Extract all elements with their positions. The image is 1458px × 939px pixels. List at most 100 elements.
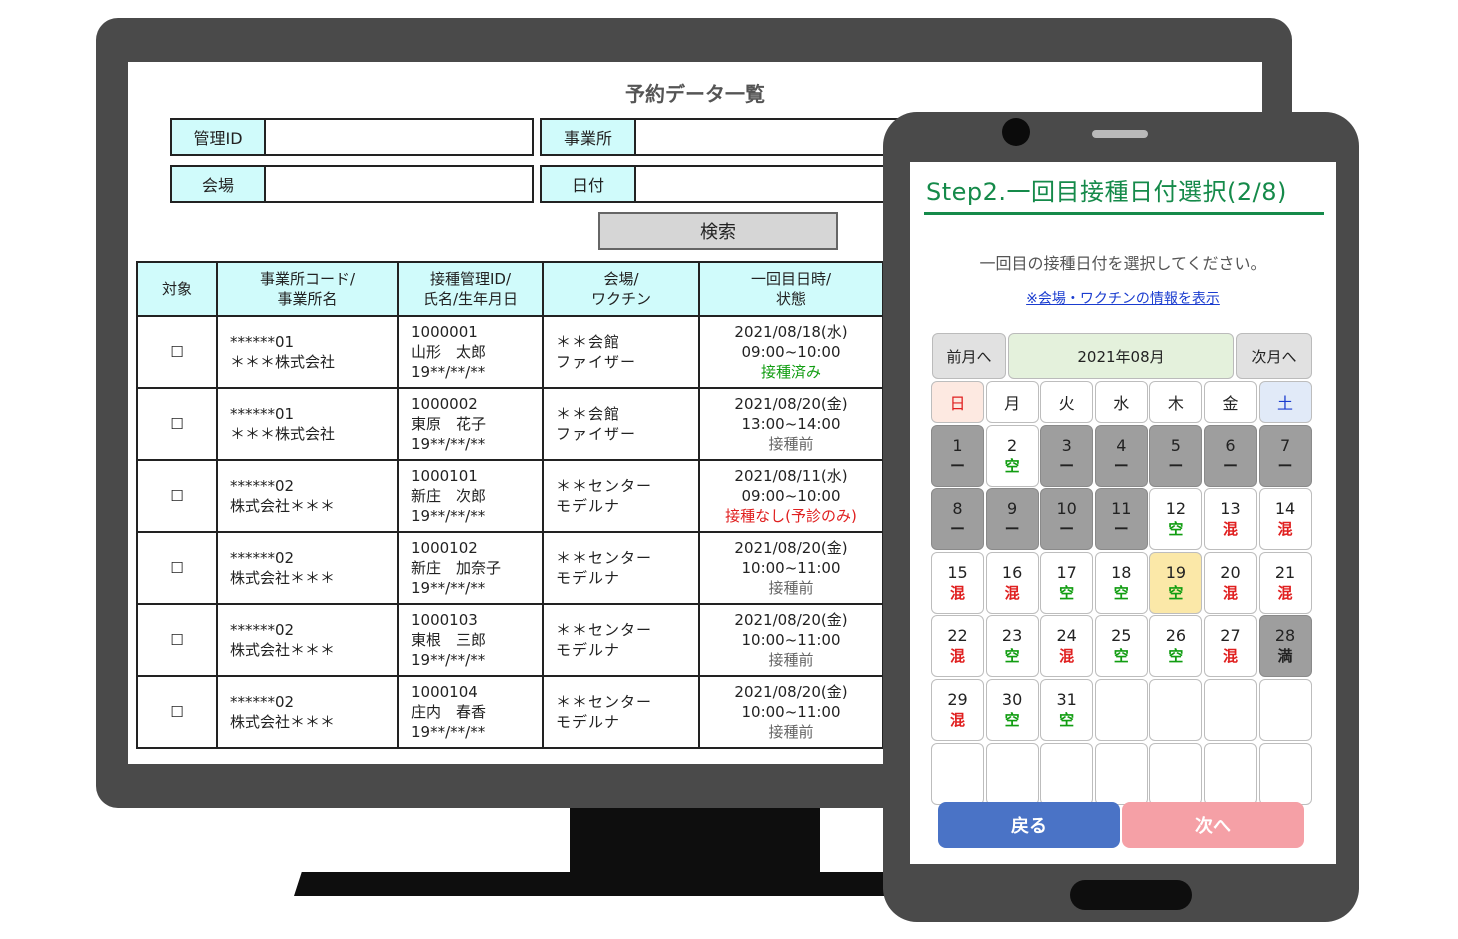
calendar-day: 5ー	[1149, 424, 1203, 487]
patient-id: 1000002	[411, 395, 478, 413]
first-dose-cell: 2021/08/18(水) 09:00~10:00 接種済み	[698, 315, 884, 389]
calendar-day[interactable]: 30 空	[985, 678, 1039, 741]
date-input[interactable]	[636, 167, 902, 201]
first-dose-cell: 2021/08/20(金) 10:00~11:00 接種前	[698, 675, 884, 749]
next-button[interactable]: 次へ	[1122, 802, 1304, 848]
calendar-day[interactable]: 18 空	[1094, 551, 1148, 614]
patient-name: 東原 花子	[411, 415, 487, 433]
dose-date: 2021/08/11(水)	[734, 467, 848, 485]
day-number: 20	[1220, 562, 1241, 582]
weekday-header: 土	[1258, 381, 1312, 423]
office-name: 株式会社＊＊＊	[230, 641, 336, 659]
venue-field: 会場	[170, 165, 534, 203]
calendar-empty-cell	[1203, 742, 1257, 805]
status-badge: 接種前	[768, 651, 814, 669]
patient-cell: 1000102 新庄 加奈子 19**/**/**	[397, 531, 544, 605]
venue-cell: ＊＊センター モデルナ	[542, 459, 700, 533]
row-checkbox[interactable]: ☐	[170, 343, 183, 361]
row-checkbox-cell: ☐	[136, 603, 218, 677]
prev-month-button[interactable]: 前月へ	[932, 333, 1006, 379]
row-checkbox[interactable]: ☐	[170, 487, 183, 505]
first-dose-cell: 2021/08/20(金) 10:00~11:00 接種前	[698, 531, 884, 605]
office-input[interactable]	[636, 120, 902, 154]
calendar-day[interactable]: 31 空	[1040, 678, 1094, 741]
calendar-day[interactable]: 15 混	[931, 551, 984, 614]
dose-time: 09:00~10:00	[741, 487, 841, 505]
calendar-day[interactable]: 21 混	[1258, 551, 1312, 614]
row-checkbox[interactable]: ☐	[170, 703, 183, 721]
calendar-day: 8ー	[931, 488, 984, 551]
calendar-day[interactable]: 12 空	[1149, 488, 1203, 551]
calendar-empty-cell	[1149, 678, 1203, 741]
dose-time: 13:00~14:00	[741, 415, 841, 433]
calendar-day[interactable]: 26 空	[1149, 615, 1203, 678]
calendar-day[interactable]: 22 混	[931, 615, 984, 678]
availability-badge: 混	[949, 647, 965, 666]
home-button[interactable]	[1070, 880, 1192, 910]
availability-badge: 空	[1168, 583, 1184, 602]
calendar-day-selected[interactable]: 19 空	[1149, 551, 1203, 614]
calendar-day[interactable]: 24 混	[1040, 615, 1094, 678]
venue-info-link[interactable]: ※会場・ワクチンの情報を表示	[910, 288, 1336, 308]
calendar-day[interactable]: 23 空	[985, 615, 1039, 678]
calendar-day[interactable]: 25 空	[1094, 615, 1148, 678]
vaccine-name: ファイザー	[556, 425, 637, 443]
search-button[interactable]: 検索	[598, 212, 838, 250]
col-first-dose: 一回目日時/ 状態	[698, 261, 884, 317]
row-checkbox[interactable]: ☐	[170, 415, 183, 433]
next-month-button[interactable]: 次月へ	[1236, 333, 1312, 379]
office-code: ******02	[230, 549, 295, 567]
availability-badge: 空	[1004, 710, 1020, 729]
calendar-day[interactable]: 2空	[985, 424, 1039, 487]
calendar-day[interactable]: 14 混	[1258, 488, 1312, 551]
birth-date: 19**/**/**	[411, 435, 486, 453]
availability-badge: 混	[1059, 647, 1075, 666]
calendar-empty-cell	[1094, 742, 1148, 805]
calendar-empty-cell	[1040, 742, 1094, 805]
table-row: ☐ ******02 株式会社＊＊＊ 1000103 東根 三郎 19**/**/** ＊＊…	[136, 603, 884, 677]
vaccine-name: モデルナ	[556, 713, 621, 731]
day-number: 21	[1274, 562, 1296, 582]
calendar-grid: 日月火水木金土 1 ー 2 空 3 ー 4 ー 5 ー 6 ー 7 ー 8 ー 9 ー 10 ー 11 ー 12 空 13 混 14 混…	[931, 381, 1312, 805]
camera-icon	[1002, 118, 1030, 146]
venue-cell: ＊＊センター モデルナ	[542, 675, 700, 749]
day-number: 30	[1001, 689, 1023, 709]
office-code: ******02	[230, 693, 295, 711]
calendar-day: 28 満	[1258, 615, 1312, 678]
calendar-day[interactable]: 20 混	[1203, 551, 1257, 614]
calendar-day[interactable]: 16 混	[985, 551, 1039, 614]
patient-id: 1000001	[411, 323, 478, 341]
venue-cell: ＊＊会館 ファイザー	[542, 315, 700, 389]
calendar-day[interactable]: 29 混	[931, 678, 984, 741]
office-name: ＊＊＊株式会社	[230, 425, 336, 443]
venue-name: ＊＊センター	[556, 477, 653, 495]
vaccine-name: モデルナ	[556, 641, 621, 659]
calendar-day[interactable]: 13 混	[1203, 488, 1257, 551]
availability-badge: 混	[1277, 520, 1293, 539]
venue-name: ＊＊センター	[556, 693, 653, 711]
office-code: ******02	[230, 477, 295, 495]
back-button[interactable]: 戻る	[938, 802, 1120, 848]
calendar-day[interactable]: 27 混	[1203, 615, 1257, 678]
day-number: 10	[1056, 499, 1077, 519]
patient-cell: 1000104 庄内 春香 19**/**/**	[397, 675, 544, 749]
day-number: 19	[1165, 562, 1187, 582]
day-number: 31	[1056, 689, 1077, 709]
calendar-day[interactable]: 17 空	[1040, 551, 1094, 614]
calendar-day: 6ー	[1203, 424, 1257, 487]
vaccine-name: モデルナ	[556, 569, 621, 587]
row-checkbox[interactable]: ☐	[170, 631, 183, 649]
availability-badge: ー	[1059, 456, 1075, 475]
venue-input[interactable]	[266, 167, 532, 201]
calendar-day: 3ー	[1040, 424, 1094, 487]
availability-badge: 満	[1277, 647, 1293, 666]
weekday-header: 水	[1094, 381, 1148, 423]
availability-badge: 空	[1059, 583, 1075, 602]
patient-name: 新庄 次郎	[411, 487, 487, 505]
vaccine-name: モデルナ	[556, 497, 621, 515]
calendar-empty-cell	[931, 742, 984, 805]
row-checkbox[interactable]: ☐	[170, 559, 183, 577]
admin-id-input[interactable]	[266, 120, 532, 154]
row-checkbox-cell: ☐	[136, 315, 218, 389]
availability-badge: ー	[949, 520, 965, 539]
